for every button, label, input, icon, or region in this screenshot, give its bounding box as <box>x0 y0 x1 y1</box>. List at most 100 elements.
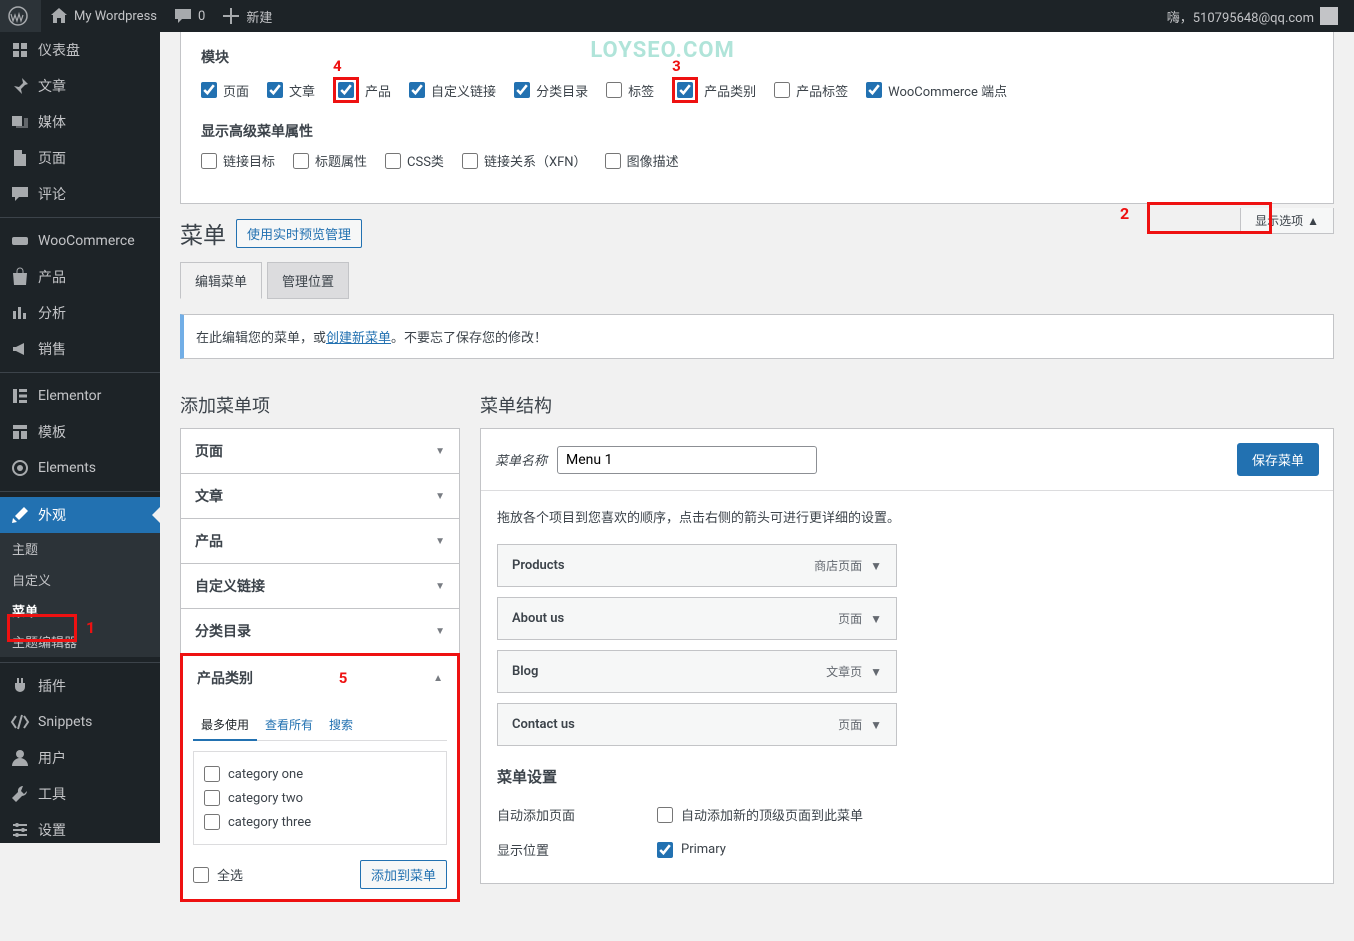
acc-tab[interactable]: 搜索 <box>321 710 361 740</box>
chevron-down-icon[interactable]: ▼ <box>870 665 882 679</box>
new-content[interactable]: 新建 <box>213 0 280 32</box>
comments-bubble[interactable]: 0 <box>165 0 213 32</box>
sidebar-item-dashboard[interactable]: 仪表盘 <box>0 32 160 68</box>
accordion-toggle[interactable]: 页面▼ <box>181 429 459 473</box>
chevron-icon: ▼ <box>435 626 445 637</box>
structure-box: 菜单名称 保存菜单 拖放各个项目到您喜欢的顺序，点击右侧的箭头可进行更详细的设置… <box>480 428 1334 884</box>
add-to-menu-button[interactable]: 添加到菜单 <box>360 860 447 889</box>
tab-edit-menu[interactable]: 编辑菜单 <box>180 262 262 299</box>
bullhorn-icon <box>10 339 30 359</box>
screen-options-toggle[interactable]: 显示选项▲ <box>1240 208 1334 234</box>
sidebar-item-page[interactable]: 页面 <box>0 140 160 176</box>
sidebar-item-bullhorn[interactable]: 销售 <box>0 331 160 367</box>
settings-icon <box>10 820 30 840</box>
create-menu-link[interactable]: 创建新菜单 <box>326 331 391 346</box>
comment-icon <box>10 184 30 204</box>
auto-add-checkbox[interactable] <box>657 807 673 823</box>
checkbox-option[interactable]: 标题属性 <box>293 151 367 170</box>
accordion-toggle[interactable]: 产品类别5▲ <box>183 656 457 700</box>
site-name[interactable]: My Wordpress <box>41 0 165 32</box>
add-items-column: 添加菜单项 页面▼文章▼产品▼自定义链接▼分类目录▼产品类别5▲最多使用查看所有… <box>180 374 460 901</box>
acc-tab[interactable]: 最多使用 <box>193 710 257 741</box>
sidebar-item-user[interactable]: 用户 <box>0 740 160 776</box>
accordion-panel: 产品类别5▲ 最多使用查看所有搜索 category onecategory two… <box>180 653 460 902</box>
primary-location-checkbox[interactable] <box>657 842 673 858</box>
submenu-item[interactable]: 主题编辑器 <box>0 626 160 657</box>
menu-structure-item[interactable]: Contact us页面 ▼ <box>497 703 897 746</box>
accordion-toggle[interactable]: 分类目录▼ <box>181 609 459 653</box>
accordion-panel: 产品▼ <box>180 518 460 564</box>
category-item[interactable]: category two <box>204 786 436 810</box>
sidebar-item-pin[interactable]: 文章 <box>0 68 160 104</box>
sidebar-item-settings[interactable]: 设置 <box>0 812 160 843</box>
menu-name-input[interactable] <box>557 446 817 474</box>
advanced-row: 链接目标标题属性 CSS类链接关系（XFN） 图像描述 <box>201 151 1313 170</box>
structure-column: 菜单结构 菜单名称 保存菜单 拖放各个项目到您喜欢的顺序，点击右侧的箭头可进行更… <box>480 374 1334 901</box>
dashboard-icon <box>10 40 30 60</box>
menu-structure-item[interactable]: Products商店页面 ▼ <box>497 544 897 587</box>
checkbox-option[interactable]: 页面 <box>201 77 249 103</box>
acc-tab[interactable]: 查看所有 <box>257 710 321 740</box>
nav-tabs: 编辑菜单 管理位置 <box>160 262 1354 299</box>
checkbox-option[interactable]: 标签 <box>606 77 654 103</box>
sidebar-item-chart[interactable]: 分析 <box>0 295 160 331</box>
tab-manage-locations[interactable]: 管理位置 <box>267 262 349 299</box>
chart-icon <box>10 303 30 323</box>
accordion-panel: 文章▼ <box>180 473 460 519</box>
live-preview-button[interactable]: 使用实时预览管理 <box>236 219 362 248</box>
accordion-toggle[interactable]: 自定义链接▼ <box>181 564 459 608</box>
sidebar-item-product[interactable]: 产品 <box>0 259 160 295</box>
triangle-up-icon: ▲ <box>1307 214 1319 228</box>
chevron-down-icon[interactable]: ▼ <box>870 718 882 732</box>
checkbox-option[interactable]: 文章 <box>267 77 315 103</box>
checkbox-option[interactable]: 产品标签 <box>774 77 848 103</box>
sidebar-item-plugin[interactable]: 插件 <box>0 668 160 704</box>
sidebar-item-comment[interactable]: 评论 <box>0 176 160 212</box>
my-account[interactable]: 嗨，510795648@qq.com <box>1159 0 1346 32</box>
checkbox-option[interactable]: WooCommerce 端点 <box>866 77 1007 103</box>
template-icon <box>10 422 30 442</box>
select-all[interactable]: 全选 <box>193 861 243 888</box>
chevron-down-icon[interactable]: ▼ <box>870 612 882 626</box>
category-item[interactable]: category one <box>204 762 436 786</box>
auto-add-label: 自动添加页面 <box>497 805 657 824</box>
menu-settings-heading: 菜单设置 <box>497 766 1317 787</box>
user-icon <box>10 748 30 768</box>
plugin-icon <box>10 676 30 696</box>
checkbox-option[interactable]: CSS类 <box>385 151 444 170</box>
sidebar-item-elementor[interactable]: Elementor <box>0 378 160 414</box>
accordion-toggle[interactable]: 产品▼ <box>181 519 459 563</box>
checkbox-option[interactable]: 分类目录 <box>514 77 588 103</box>
sidebar-item-woo[interactable]: WooCommerce <box>0 223 160 259</box>
submenu-item[interactable]: 自定义 <box>0 564 160 595</box>
checkbox-option[interactable]: 产品4 <box>333 77 391 103</box>
checkbox-option[interactable]: 产品类别3 <box>672 77 756 103</box>
save-menu-button[interactable]: 保存菜单 <box>1237 443 1319 476</box>
checkbox-option[interactable]: 链接关系（XFN） <box>462 151 587 170</box>
submenu-item[interactable]: 菜单 <box>0 595 160 626</box>
chevron-down-icon[interactable]: ▼ <box>870 559 882 573</box>
sidebar-item-brush[interactable]: 外观 <box>0 497 160 533</box>
checkbox-option[interactable]: 图像描述 <box>605 151 679 170</box>
submenu-item[interactable]: 主题 <box>0 533 160 564</box>
chevron-icon: ▲ <box>433 673 443 684</box>
sidebar-item-template[interactable]: 模板 <box>0 414 160 450</box>
chevron-icon: ▼ <box>435 446 445 457</box>
sidebar-item-media[interactable]: 媒体 <box>0 104 160 140</box>
wp-logo[interactable] <box>0 0 41 32</box>
media-icon <box>10 112 30 132</box>
page-icon <box>10 148 30 168</box>
accordion-toggle[interactable]: 文章▼ <box>181 474 459 518</box>
sidebar-item-tool[interactable]: 工具 <box>0 776 160 812</box>
category-item[interactable]: category three <box>204 810 436 834</box>
structure-help: 拖放各个项目到您喜欢的顺序，点击右侧的箭头可进行更详细的设置。 <box>497 507 1317 526</box>
page-title: 菜单 <box>180 216 226 250</box>
sidebar-item-elements[interactable]: Elements <box>0 450 160 486</box>
checkbox-option[interactable]: 链接目标 <box>201 151 275 170</box>
sidebar-item-snippet[interactable]: Snippets <box>0 704 160 740</box>
menu-structure-item[interactable]: About us页面 ▼ <box>497 597 897 640</box>
admin-sidebar: 仪表盘文章媒体页面评论 WooCommerce产品分析销售 Elementor模板E… <box>0 32 160 843</box>
checkbox-option[interactable]: 自定义链接 <box>409 77 496 103</box>
page-header: 菜单 使用实时预览管理 显示选项▲ <box>160 204 1354 262</box>
menu-structure-item[interactable]: Blog文章页 ▼ <box>497 650 897 693</box>
